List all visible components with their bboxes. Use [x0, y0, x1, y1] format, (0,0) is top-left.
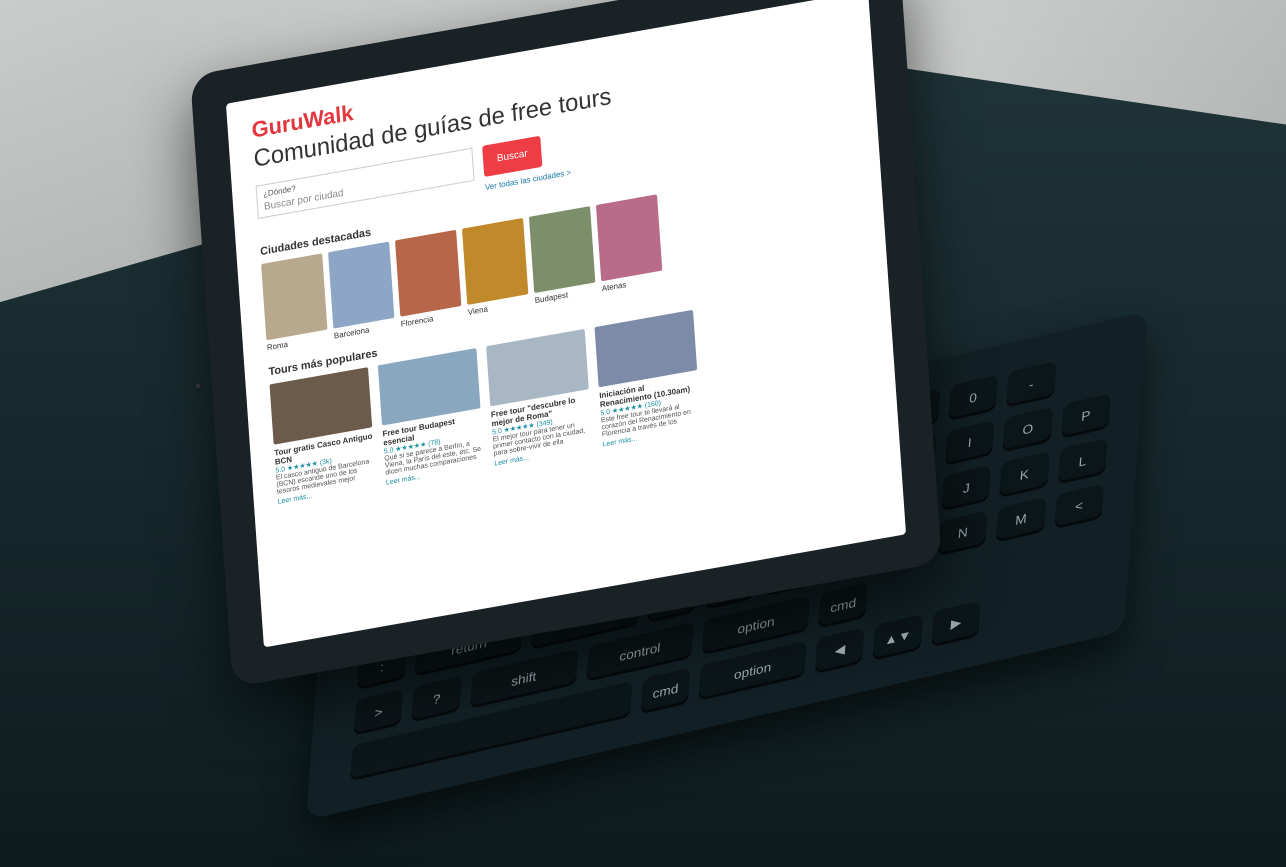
keyboard-key[interactable]: K — [999, 451, 1050, 498]
city-card[interactable]: Atenas — [595, 194, 663, 293]
keyboard-key[interactable]: - — [1006, 361, 1057, 408]
city-image — [395, 229, 462, 317]
keyboard-key[interactable]: ▲▼ — [872, 613, 924, 661]
city-card[interactable]: Barcelona — [328, 241, 395, 341]
search-button[interactable]: Buscar — [482, 135, 543, 178]
city-card[interactable]: Budapest — [528, 206, 596, 305]
keyboard-key[interactable]: O — [1002, 406, 1053, 453]
keyboard-key[interactable]: P — [1060, 392, 1112, 440]
keyboard-key[interactable]: I — [944, 419, 995, 466]
keyboard-key[interactable]: J — [941, 464, 992, 512]
city-image — [528, 206, 596, 294]
city-image — [328, 241, 395, 329]
tour-card[interactable]: Iniciación al Renacimiento (10.30am) 5.0 … — [594, 309, 701, 449]
city-image — [261, 253, 328, 341]
keyboard-key[interactable]: N — [937, 509, 989, 557]
keyboard-key[interactable]: < — [1053, 483, 1105, 530]
city-image — [595, 194, 663, 282]
city-card[interactable]: Florencia — [395, 229, 462, 329]
keyboard-key[interactable]: M — [995, 496, 1047, 543]
tour-card[interactable]: Free tour Budapest esencial 5.0 ★★★★★ (78… — [377, 348, 485, 487]
tour-card[interactable]: Free tour "descubre lo mejor de Roma" 5.0… — [486, 328, 593, 468]
city-image — [461, 217, 529, 305]
keyboard-key[interactable]: > — [353, 688, 404, 736]
keyboard-key[interactable]: 0 — [948, 374, 999, 421]
keyboard-key[interactable]: cmd — [818, 581, 869, 629]
city-card[interactable]: Roma — [261, 253, 328, 352]
keyboard-key[interactable]: cmd — [640, 667, 691, 715]
tour-card[interactable]: Tour gratis Casco Antiguo BCN 5.0 ★★★★★ (… — [269, 367, 376, 506]
keyboard-key[interactable]: ? — [411, 675, 462, 722]
keyboard-key[interactable]: L — [1057, 437, 1108, 485]
city-card[interactable]: Viena — [461, 217, 529, 317]
keyboard-key[interactable]: ▶ — [930, 600, 982, 648]
keyboard-key[interactable]: ◀ — [814, 626, 866, 675]
tablet-screen: GuruWalk Comunidad de guías de free tour… — [225, 0, 907, 648]
